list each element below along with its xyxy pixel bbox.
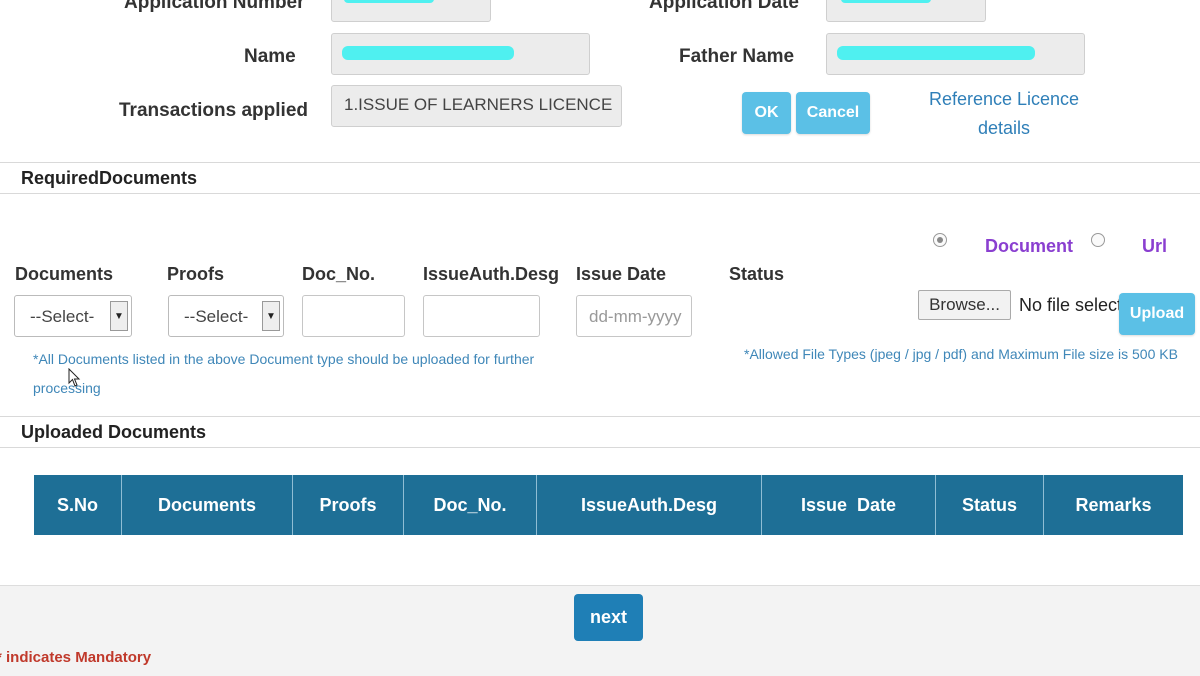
uploaded-documents-title: Uploaded Documents bbox=[21, 422, 207, 442]
redacted-mask bbox=[342, 46, 514, 60]
issue-auth-input[interactable] bbox=[423, 295, 540, 337]
proofs-select[interactable]: --Select- ▼ bbox=[168, 295, 284, 337]
redacted-mask bbox=[344, 0, 434, 3]
documents-select[interactable]: --Select- ▼ bbox=[14, 295, 132, 337]
issue-date-placeholder: dd-mm-yyyy bbox=[589, 307, 682, 326]
required-documents-header: RequiredDocuments bbox=[0, 162, 1200, 194]
documents-column-label: Documents bbox=[15, 264, 114, 284]
name-field bbox=[331, 33, 590, 75]
uploaded-documents-table-header: S.No Documents Proofs Doc_No. IssueAuth.… bbox=[34, 475, 1183, 535]
proofs-select-value: --Select- bbox=[184, 307, 249, 326]
th-remarks: Remarks bbox=[1075, 494, 1152, 515]
th-issue-auth: IssueAuth.Desg bbox=[537, 475, 762, 535]
uploaded-documents-header: Uploaded Documents bbox=[0, 416, 1200, 448]
issue-date-column-label: Issue Date bbox=[576, 264, 667, 284]
proofs-column-label: Proofs bbox=[167, 264, 225, 284]
transactions-label: Transactions applied bbox=[119, 100, 308, 121]
browse-button[interactable]: Browse... bbox=[918, 290, 1011, 320]
application-number-label: Application Number bbox=[124, 0, 305, 13]
ok-button[interactable]: OK bbox=[742, 92, 791, 134]
upload-button[interactable]: Upload bbox=[1119, 293, 1195, 335]
application-date-field bbox=[826, 0, 986, 22]
mouse-cursor-icon bbox=[68, 368, 81, 387]
doc-no-input[interactable] bbox=[302, 295, 405, 337]
application-number-field bbox=[331, 0, 491, 22]
issue-auth-column-label: IssueAuth.Desg bbox=[423, 264, 560, 284]
th-documents: Documents bbox=[122, 475, 293, 535]
documents-select-value: --Select- bbox=[30, 307, 95, 326]
next-button[interactable]: next bbox=[574, 594, 643, 641]
transactions-value: 1.ISSUE OF LEARNERS LICENCE bbox=[344, 95, 612, 114]
document-radio[interactable] bbox=[933, 233, 947, 247]
th-sno: S.No bbox=[34, 475, 122, 535]
father-name-label: Father Name bbox=[679, 46, 795, 67]
issue-date-input[interactable]: dd-mm-yyyy bbox=[576, 295, 692, 337]
father-name-field bbox=[826, 33, 1085, 75]
th-proofs: Proofs bbox=[293, 475, 404, 535]
th-doc-no: Doc_No. bbox=[404, 475, 537, 535]
reference-link-line1: Reference Licence bbox=[928, 89, 1080, 109]
doc-no-column-label: Doc_No. bbox=[302, 264, 376, 284]
application-date-label: Application Date bbox=[649, 0, 799, 13]
transactions-field: 1.ISSUE OF LEARNERS LICENCE bbox=[331, 85, 622, 127]
required-documents-title: RequiredDocuments bbox=[21, 168, 198, 188]
cancel-button[interactable]: Cancel bbox=[796, 92, 870, 134]
url-radio[interactable] bbox=[1091, 233, 1105, 247]
th-status: Status bbox=[936, 475, 1044, 535]
file-types-note: *Allowed File Types (jpeg / jpg / pdf) a… bbox=[744, 346, 1178, 362]
redacted-mask bbox=[837, 46, 1035, 60]
th-issue-date: Issue Date bbox=[762, 475, 936, 535]
reference-licence-link[interactable]: Reference Licence details bbox=[914, 85, 1094, 143]
mandatory-note: * indicates Mandatory bbox=[0, 649, 152, 666]
url-radio-label: Url bbox=[1142, 236, 1168, 256]
chevron-down-icon[interactable]: ▼ bbox=[110, 301, 128, 331]
documents-note: *All Documents listed in the above Docum… bbox=[33, 351, 535, 396]
redacted-mask bbox=[841, 0, 931, 3]
chevron-down-icon[interactable]: ▼ bbox=[262, 301, 280, 331]
reference-link-line2: details bbox=[977, 118, 1031, 138]
status-column-label: Status bbox=[729, 264, 785, 284]
name-label: Name bbox=[244, 46, 296, 67]
document-radio-label: Document bbox=[985, 236, 1074, 256]
